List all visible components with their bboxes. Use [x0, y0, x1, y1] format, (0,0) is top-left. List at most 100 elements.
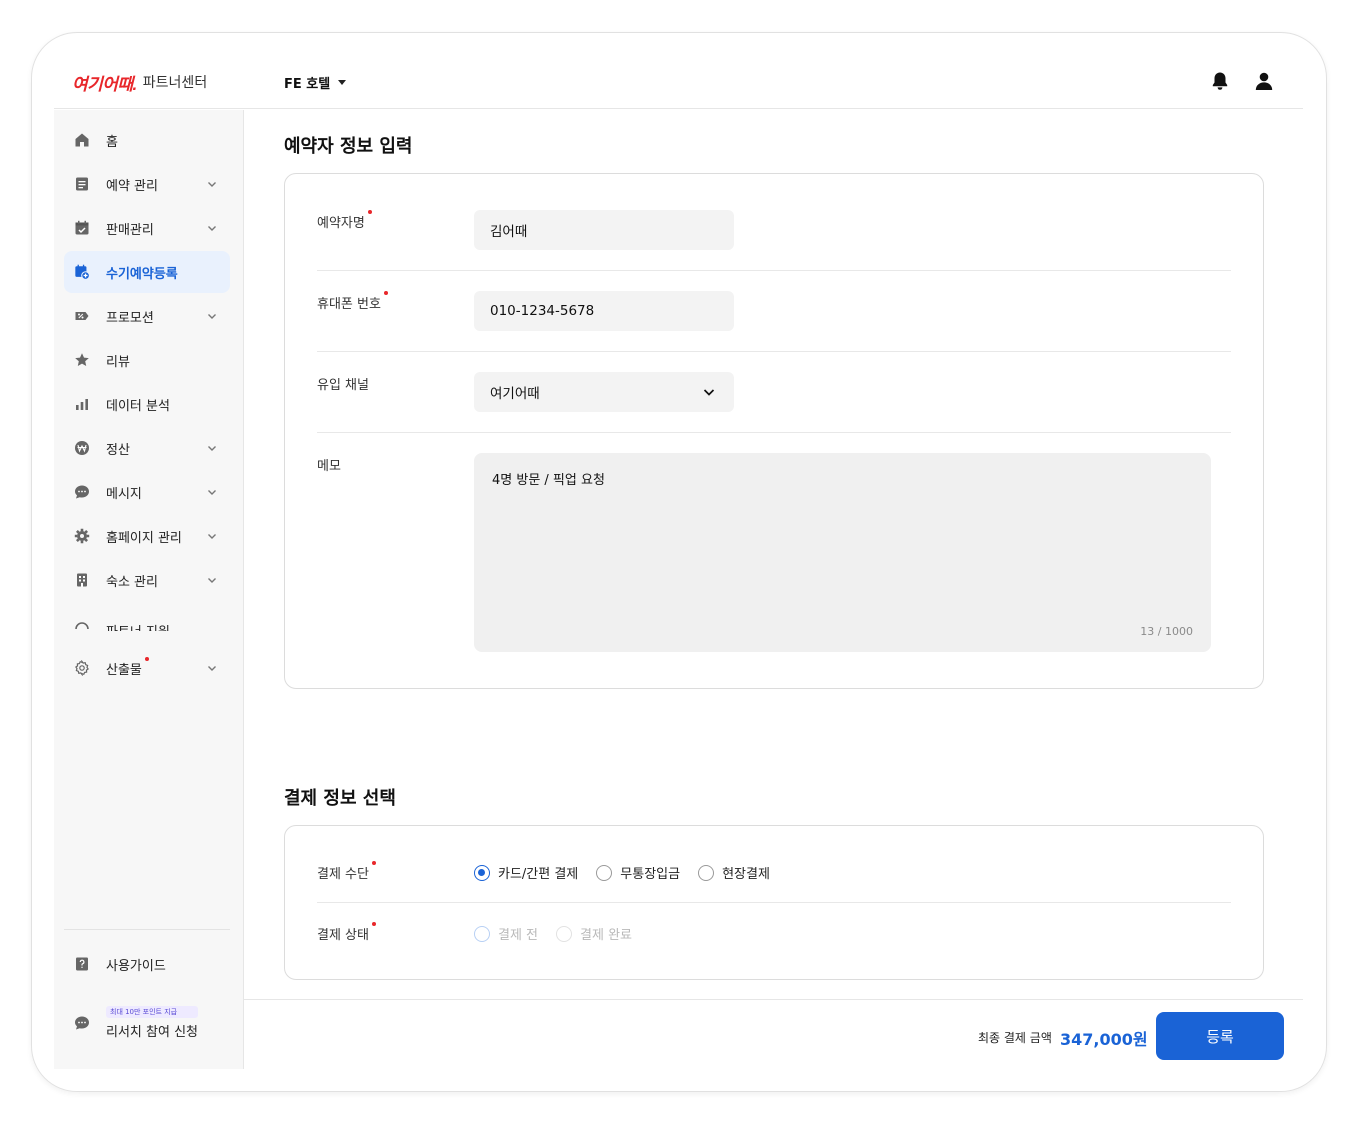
- phone-label: 휴대폰 번호: [317, 291, 388, 312]
- phone-field[interactable]: 010-1234-5678: [474, 291, 734, 331]
- radio-card-payment[interactable]: 카드/간편 결제: [474, 863, 578, 882]
- home-icon: [74, 132, 90, 148]
- memo-textarea[interactable]: 4명 방문 / 픽업 요청 13 / 1000: [474, 453, 1211, 652]
- required-dot: [383, 291, 388, 295]
- bar-chart-icon: [74, 396, 90, 412]
- sidebar-item-output[interactable]: 산출물: [64, 647, 230, 689]
- payment-status-label-text: 결제 상태: [317, 928, 369, 943]
- sidebar-item-label: 예약 관리: [106, 178, 158, 194]
- sidebar-divider: [64, 929, 230, 930]
- user-icon[interactable]: [1253, 70, 1275, 92]
- bell-icon[interactable]: [1209, 70, 1231, 92]
- memo-char-count: 13 / 1000: [1140, 625, 1193, 638]
- radio-circle-selected: [474, 864, 490, 881]
- star-icon: [74, 352, 90, 368]
- support-icon: [74, 615, 90, 631]
- sidebar-item-label: 홈페이지 관리: [106, 530, 182, 546]
- radio-label: 결제 전: [498, 928, 539, 943]
- sidebar-item-label: 파트너 지원: [106, 621, 170, 632]
- chevron-down-icon: [208, 666, 216, 671]
- chevron-down-icon: [208, 534, 216, 539]
- radio-bank-transfer[interactable]: 무통장입금: [596, 863, 680, 882]
- chevron-down-icon: [208, 314, 216, 319]
- radio-payment-complete[interactable]: 결제 완료: [556, 924, 632, 943]
- app-window: 여기어때. 파트너센터 FE 호텔 홈 예약 관리 판매관리 수기예약등록 프로…: [54, 55, 1303, 1069]
- sidebar-item-sales[interactable]: 판매관리: [64, 207, 230, 249]
- sidebar-item-label: 숙소 관리: [106, 574, 158, 590]
- row-divider: [317, 270, 1231, 271]
- chat-bubble-icon: [74, 1015, 90, 1031]
- sidebar-item-message[interactable]: 메시지: [64, 471, 230, 513]
- name-label: 예약자명: [317, 210, 372, 231]
- gear-outline-icon: [74, 660, 90, 676]
- radio-label: 무통장입금: [620, 867, 681, 882]
- sidebar-item-settlement[interactable]: 정산: [64, 427, 230, 469]
- radio-label: 현장결제: [722, 867, 770, 882]
- won-coin-icon: [74, 440, 90, 456]
- research-label: 리서치 참여 신청: [106, 1025, 198, 1040]
- chevron-down-icon: [208, 490, 216, 495]
- sidebar-item-label: 리뷰: [106, 354, 130, 370]
- sidebar-item-review[interactable]: 리뷰: [64, 339, 230, 381]
- sidebar-item-partner-support[interactable]: 파트너 지원: [64, 615, 230, 631]
- sidebar-item-manual-booking[interactable]: 수기예약등록: [64, 251, 230, 293]
- required-dot: [367, 210, 372, 214]
- sidebar-item-homepage[interactable]: 홈페이지 관리: [64, 515, 230, 557]
- channel-select[interactable]: 여기어때: [474, 372, 734, 412]
- sidebar-item-label: 사용가이드: [106, 958, 166, 974]
- sidebar: 홈 예약 관리 판매관리 수기예약등록 프로모션 리뷰 데이터 분석 정산 메시…: [54, 110, 244, 1069]
- sidebar-item-label: 프로모션: [106, 310, 154, 326]
- sidebar-item-promotion[interactable]: 프로모션: [64, 295, 230, 337]
- required-dot: [371, 861, 376, 865]
- calendar-plus-icon: [74, 264, 90, 280]
- gear-icon: [74, 528, 90, 544]
- name-field[interactable]: 김어때: [474, 210, 734, 250]
- sidebar-item-home[interactable]: 홈: [64, 119, 230, 161]
- hotel-name: FE 호텔: [284, 77, 331, 92]
- total-amount-label: 최종 결제 금액: [978, 1031, 1052, 1045]
- payment-status-label: 결제 상태: [317, 922, 376, 943]
- payment-status-group: 결제 전 결제 완료: [474, 924, 650, 943]
- sidebar-item-guide[interactable]: 사용가이드: [64, 943, 230, 985]
- sidebar-item-label: 정산: [106, 442, 130, 458]
- row-divider: [317, 432, 1231, 433]
- sidebar-item-label: 판매관리: [106, 222, 154, 238]
- radio-label: 결제 완료: [580, 928, 632, 943]
- payment-method-label-text: 결제 수단: [317, 867, 369, 882]
- memo-label: 메모: [317, 459, 341, 474]
- building-icon: [74, 572, 90, 588]
- logo[interactable]: 여기어때. 파트너센터: [72, 72, 207, 94]
- chevron-down-icon: [208, 446, 216, 451]
- sidebar-item-research[interactable]: 최대 10만 포인트 지급 리서치 참여 신청: [64, 998, 230, 1048]
- logo-brand: 여기어때.: [72, 74, 137, 94]
- research-badge: 최대 10만 포인트 지급: [106, 1006, 198, 1018]
- sidebar-item-label: 메시지: [106, 486, 142, 502]
- top-header: 여기어때. 파트너센터 FE 호텔: [54, 55, 1303, 109]
- sidebar-item-property[interactable]: 숙소 관리: [64, 559, 230, 601]
- name-label-text: 예약자명: [317, 216, 365, 231]
- booker-section-title: 예약자 정보 입력: [284, 136, 413, 157]
- memo-text: 4명 방문 / 픽업 요청: [492, 473, 605, 488]
- document-icon: [74, 176, 90, 192]
- research-block: 최대 10만 포인트 지급 리서치 참여 신청: [106, 1006, 198, 1040]
- radio-circle: [556, 925, 573, 942]
- register-button[interactable]: 등록: [1156, 1012, 1284, 1060]
- channel-selected-value: 여기어때: [490, 386, 540, 402]
- radio-label: 카드/간편 결제: [498, 867, 579, 882]
- phone-label-text: 휴대폰 번호: [317, 297, 381, 312]
- radio-onsite-payment[interactable]: 현장결제: [698, 863, 770, 882]
- radio-before-payment[interactable]: 결제 전: [474, 924, 538, 943]
- sidebar-item-analytics[interactable]: 데이터 분석: [64, 383, 230, 425]
- sidebar-item-label-text: 산출물: [106, 662, 142, 678]
- channel-label: 유입 채널: [317, 378, 369, 393]
- required-dot: [371, 922, 376, 926]
- main-content: 예약자 정보 입력 예약자명 김어때 휴대폰 번호 010-1234-5678 …: [244, 110, 1303, 999]
- total-amount-value: 347,000원: [1060, 1030, 1148, 1049]
- payment-method-group: 카드/간편 결제 무통장입금 현장결제: [474, 863, 788, 882]
- sidebar-item-reservations[interactable]: 예약 관리: [64, 163, 230, 205]
- hotel-selector[interactable]: FE 호텔: [284, 73, 347, 92]
- footer-bar: 최종 결제 금액 347,000원 등록: [244, 999, 1303, 1069]
- row-divider: [317, 351, 1231, 352]
- chevron-down-icon: [703, 389, 715, 396]
- chat-bubble-icon: [74, 484, 90, 500]
